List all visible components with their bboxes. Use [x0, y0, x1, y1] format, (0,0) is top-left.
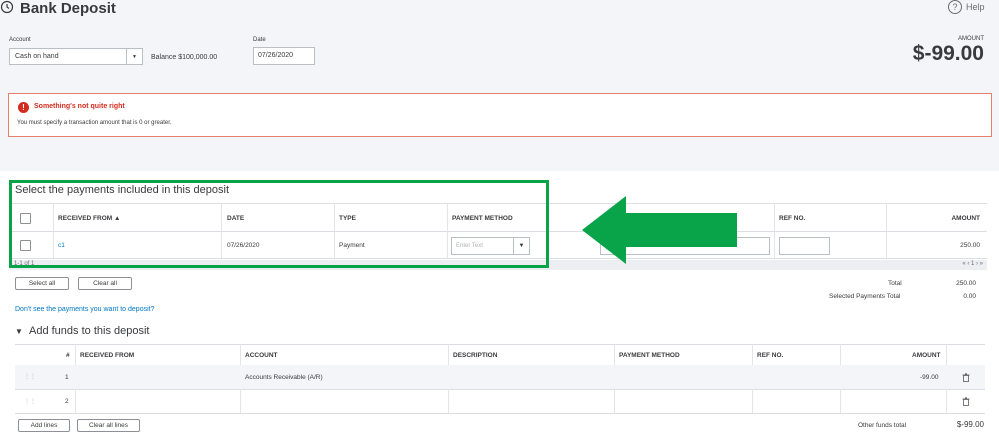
- date-field[interactable]: 07/26/2020: [253, 47, 315, 65]
- row-account[interactable]: Accounts Receivable (A/R): [245, 374, 323, 381]
- select-all-button[interactable]: Select all: [15, 277, 69, 290]
- left-arrow-icon: [582, 196, 737, 264]
- amount-value: $-99.00: [912, 42, 984, 65]
- other-funds-total-label: Other funds total: [858, 422, 907, 429]
- highlight-box: [9, 180, 549, 268]
- trash-icon[interactable]: [962, 373, 970, 382]
- error-message: You must specify a transaction amount th…: [17, 120, 172, 126]
- funds-row-bottom: [15, 413, 985, 414]
- help-label: Help: [966, 2, 985, 12]
- row-amount[interactable]: -99.00: [920, 374, 938, 381]
- ref-no-input[interactable]: [779, 237, 830, 255]
- funds-row-highlight: [15, 365, 985, 389]
- col-num: #: [66, 352, 70, 359]
- dont-see-payments-link[interactable]: Don't see the payments you want to depos…: [15, 306, 154, 313]
- account-select[interactable]: Cash on hand ▼: [9, 48, 143, 65]
- selected-total-label: Selected Payments Total: [829, 293, 901, 300]
- page-title: Bank Deposit: [20, 0, 116, 17]
- add-lines-button[interactable]: Add lines: [18, 419, 70, 432]
- col-account: ACCOUNT: [245, 352, 278, 359]
- selected-total-value: 0.00: [963, 293, 976, 300]
- deposit-header: Bank Deposit ? Help Account Cash on hand…: [0, 0, 999, 171]
- col-payment-method: PAYMENT METHOD: [619, 352, 680, 359]
- row-num: 1: [65, 374, 69, 381]
- row-num: 2: [65, 398, 69, 405]
- total-label: Total: [888, 280, 902, 287]
- clear-all-button[interactable]: Clear all: [78, 277, 132, 290]
- col-divider: [774, 203, 775, 258]
- error-icon: !: [18, 102, 29, 113]
- error-banner: ! Something's not quite right You must s…: [8, 93, 992, 137]
- collapse-triangle-icon[interactable]: ▼: [15, 327, 23, 336]
- row-amount: 250.00: [960, 242, 980, 249]
- date-label: Date: [253, 37, 266, 43]
- error-title: Something's not quite right: [34, 103, 125, 110]
- recent-transactions-icon[interactable]: [0, 0, 14, 14]
- help-button[interactable]: ? Help: [948, 0, 985, 14]
- drag-handle-icon[interactable]: ⋮⋮: [24, 373, 36, 380]
- drag-handle-icon[interactable]: ⋮⋮: [24, 398, 36, 405]
- col-description: DESCRIPTION: [453, 352, 498, 359]
- account-label: Account: [9, 37, 31, 43]
- total-value: 250.00: [956, 280, 976, 287]
- trash-icon[interactable]: [962, 397, 970, 406]
- add-funds-section-title: Add funds to this deposit: [29, 325, 150, 337]
- chevron-down-icon[interactable]: ▼: [126, 49, 142, 64]
- col-received-from: RECEIVED FROM: [80, 352, 135, 359]
- other-funds-total-value: $-99.00: [956, 420, 984, 429]
- col-divider: [886, 203, 887, 258]
- col-amount[interactable]: AMOUNT: [951, 215, 980, 222]
- help-icon: ?: [948, 0, 962, 14]
- balance-text: Balance $100,000.00: [151, 54, 218, 61]
- col-ref-no[interactable]: REF NO.: [779, 215, 805, 222]
- account-value: Cash on hand: [15, 53, 59, 60]
- col-ref-no: REF NO.: [757, 352, 784, 359]
- pager-controls[interactable]: « ‹ 1 › »: [962, 261, 983, 267]
- col-amount: AMOUNT: [912, 352, 941, 359]
- clear-all-lines-button[interactable]: Clear all lines: [77, 419, 140, 432]
